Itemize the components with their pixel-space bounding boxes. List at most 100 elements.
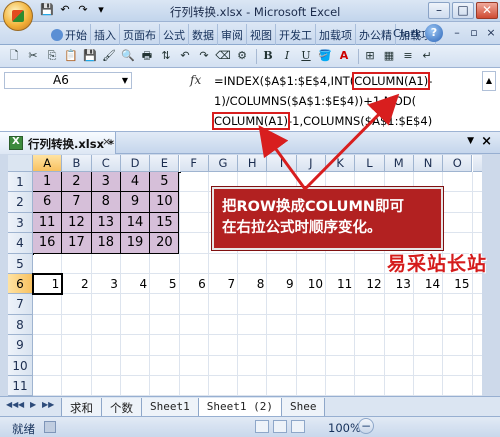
qat-dropdown-icon[interactable]: ▾	[94, 3, 108, 17]
data-cell[interactable]: 14	[120, 212, 151, 234]
row-header-2[interactable]: 2	[8, 192, 33, 213]
data-cell[interactable]: 1	[33, 172, 63, 193]
active-cell-outline[interactable]	[32, 273, 64, 296]
borders-icon[interactable]: ▦	[381, 48, 397, 64]
print-preview-icon[interactable]: 🔍	[120, 48, 136, 64]
data-cell[interactable]: 20	[150, 233, 180, 254]
close-button[interactable]: ✕	[476, 2, 498, 19]
workbook-tab[interactable]: 行列转换.xlsx * ×	[0, 132, 116, 154]
save-icon[interactable]: 💾	[40, 3, 54, 17]
column-header-d[interactable]: D	[120, 155, 151, 172]
minimize-button[interactable]: –	[428, 2, 450, 19]
office-button[interactable]	[3, 1, 33, 31]
new-file-icon[interactable]: 🗋	[6, 48, 22, 64]
workbook-close-icon[interactable]: ×	[481, 134, 492, 149]
row-header-8[interactable]: 8	[8, 314, 33, 336]
sort-icon[interactable]: ⇅	[158, 48, 174, 64]
paste-icon[interactable]: 📋	[63, 48, 79, 64]
data-cell[interactable]: 3	[91, 172, 121, 193]
zoom-level[interactable]: 100%	[328, 421, 361, 435]
tab-developer[interactable]: 开发工	[276, 24, 316, 46]
row-header-10[interactable]: 10	[8, 355, 33, 376]
help-button[interactable]: ?	[425, 24, 443, 42]
result-cell[interactable]: 4	[121, 274, 150, 294]
merge-center-icon[interactable]: ⊞	[362, 48, 378, 64]
name-box[interactable]: A6 ▼	[4, 72, 132, 89]
tab-data[interactable]: 数据	[189, 24, 218, 46]
result-cell[interactable]: 15	[443, 274, 472, 294]
formula-input[interactable]: =INDEX($A$1:$E$4,INT(COLUMN(A1)- 1)/COLU…	[211, 71, 469, 131]
prev-sheet-icon[interactable]: ◀	[18, 400, 28, 409]
restore-button[interactable]: □	[452, 2, 474, 19]
first-sheet-icon[interactable]: ◀◀	[6, 400, 18, 409]
column-header-g[interactable]: G	[208, 155, 239, 172]
result-cell[interactable]: 8	[238, 274, 267, 294]
column-header-c[interactable]: C	[91, 155, 121, 172]
data-cell[interactable]: 2	[62, 172, 92, 193]
data-cell[interactable]: 6	[33, 192, 63, 213]
row-header-6[interactable]: 6	[8, 274, 33, 295]
copy-icon[interactable]: ⎘	[44, 48, 60, 64]
column-header-n[interactable]: N	[413, 155, 444, 172]
tab-insert[interactable]: 插入	[91, 24, 120, 46]
column-header-i[interactable]: I	[267, 155, 297, 172]
column-header-m[interactable]: M	[384, 155, 414, 172]
row-header-1[interactable]: 1	[8, 172, 33, 193]
data-cell[interactable]: 8	[91, 192, 121, 213]
normal-view-icon[interactable]	[255, 420, 269, 433]
select-all-corner[interactable]	[8, 155, 33, 172]
data-cell[interactable]: 16	[33, 233, 63, 254]
result-cell[interactable]: 9	[267, 274, 296, 294]
underline-button[interactable]: U	[298, 48, 314, 64]
page-break-view-icon[interactable]	[291, 420, 305, 433]
tab-office-tools[interactable]: 办公精	[356, 24, 396, 46]
expand-formula-bar-button[interactable]: ▲	[482, 71, 496, 91]
result-cell[interactable]: 10	[297, 274, 326, 294]
result-cell[interactable]: 16	[473, 274, 483, 294]
undo-toolbar-icon[interactable]: ↶	[177, 48, 193, 64]
cut-icon[interactable]: ✂	[25, 48, 41, 64]
result-cell[interactable]: 7	[209, 274, 238, 294]
column-header-f[interactable]: F	[179, 155, 209, 172]
workbook-list-dropdown-icon[interactable]: ▼	[467, 136, 474, 146]
tab-addins[interactable]: 加载项	[316, 24, 356, 46]
row-header-11[interactable]: 11	[8, 376, 33, 397]
data-cell[interactable]: 7	[62, 192, 92, 213]
clear-icon[interactable]: ⌫	[215, 48, 231, 64]
data-cell[interactable]: 17	[62, 233, 92, 254]
redo-toolbar-icon[interactable]: ↷	[196, 48, 212, 64]
data-cell[interactable]: 15	[150, 212, 180, 234]
undo-icon[interactable]: ↶	[58, 3, 72, 17]
ribbon-minimize-icon[interactable]: –	[450, 26, 464, 39]
result-cell[interactable]: 3	[92, 274, 121, 294]
ribbon-restore-icon[interactable]: ▫	[467, 26, 481, 39]
result-cell[interactable]: 12	[355, 274, 384, 294]
next-sheet-icon[interactable]: ▶	[30, 400, 40, 409]
format-painter-icon[interactable]: 🖌	[101, 48, 117, 64]
result-cell[interactable]: 13	[385, 274, 414, 294]
page-layout-view-icon[interactable]	[273, 420, 287, 433]
column-header-e[interactable]: E	[150, 155, 180, 172]
redo-icon[interactable]: ↷	[76, 3, 90, 17]
macro-record-icon[interactable]	[44, 421, 56, 433]
tab-review[interactable]: 审阅	[218, 24, 247, 46]
align-icon[interactable]: ≡	[400, 48, 416, 64]
name-box-dropdown-icon[interactable]: ▼	[122, 73, 128, 88]
column-header-o[interactable]: O	[443, 155, 473, 172]
result-cell[interactable]: 5	[150, 274, 179, 294]
column-header-b[interactable]: B	[62, 155, 92, 172]
row-header-7[interactable]: 7	[8, 294, 33, 315]
column-header-k[interactable]: K	[326, 155, 356, 172]
data-cell[interactable]: 19	[120, 233, 151, 254]
tab-page-layout[interactable]: 页面布	[120, 24, 160, 46]
print-icon[interactable]: 🖶	[139, 48, 155, 64]
result-cell[interactable]: 6	[180, 274, 209, 294]
workbook-tab-close-icon[interactable]: ×	[102, 135, 111, 148]
data-cell[interactable]: 5	[150, 172, 180, 193]
column-header-l[interactable]: L	[355, 155, 385, 172]
bold-button[interactable]: B	[260, 48, 276, 64]
italic-button[interactable]: I	[279, 48, 295, 64]
save-toolbar-icon[interactable]: 💾	[82, 48, 98, 64]
column-header-p[interactable]: P	[472, 155, 482, 172]
row-header-3[interactable]: 3	[8, 212, 33, 234]
